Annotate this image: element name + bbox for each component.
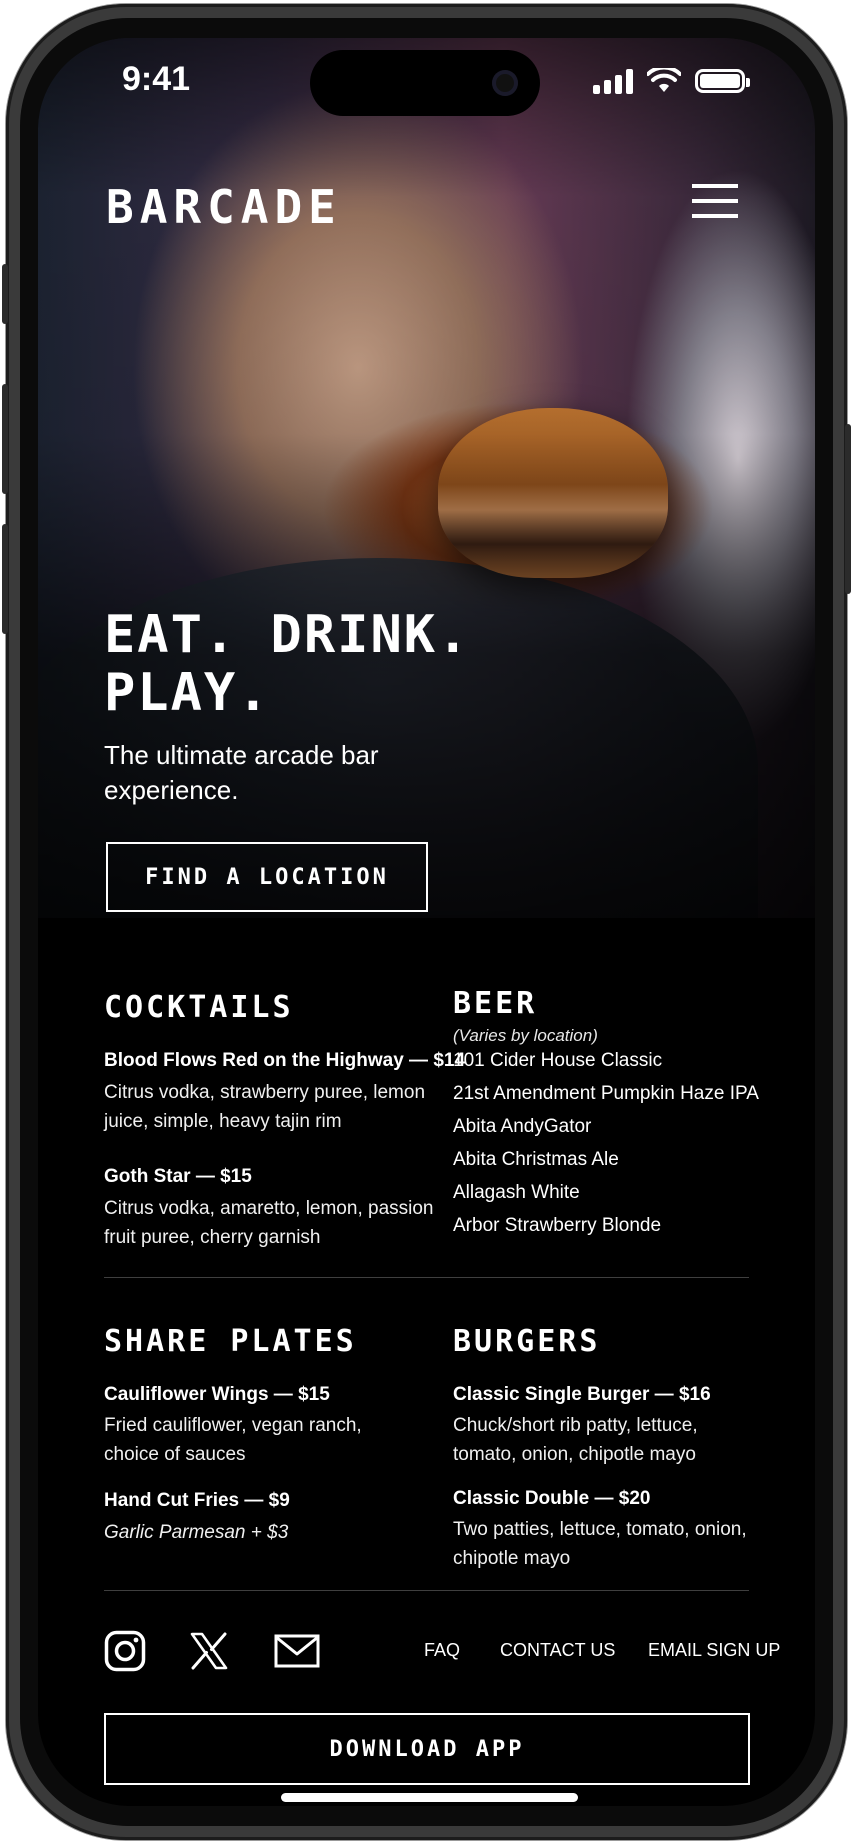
menu-item-name: Goth Star — $15: [104, 1166, 252, 1187]
email-icon[interactable]: [274, 1630, 320, 1672]
menu-item-name: Blood Flows Red on the Highway — $14: [104, 1050, 466, 1071]
instagram-icon[interactable]: [104, 1630, 146, 1672]
contact-us-link[interactable]: CONTACT US: [500, 1640, 615, 1661]
list-item: 101 Cider House Classic: [453, 1050, 663, 1071]
section-divider: [104, 1590, 749, 1591]
cellular-signal-icon: [593, 68, 633, 94]
menu-item-name: Hand Cut Fries — $9: [104, 1490, 290, 1511]
dynamic-island: [310, 50, 540, 116]
beer-note: (Varies by location): [453, 1026, 598, 1045]
volume-up-button: [2, 384, 8, 494]
list-item: Abita Christmas Ale: [453, 1149, 619, 1170]
menu-item-desc: Chuck/short rib patty, lettuce, tomato, …: [453, 1415, 698, 1465]
front-camera: [492, 70, 518, 96]
status-bar: 9:41: [38, 38, 815, 134]
brand-logo[interactable]: BARCADE: [106, 180, 342, 234]
wifi-icon: [647, 68, 681, 92]
burgers-heading: BURGERS: [453, 1324, 601, 1359]
screen: 9:41 BARCADE EAT. DRINK. PLAY. The ultim…: [38, 38, 815, 1806]
share-plates-heading: SHARE PLATES: [104, 1324, 357, 1359]
x-icon[interactable]: [188, 1630, 230, 1672]
download-app-button[interactable]: DOWNLOAD APP: [104, 1713, 750, 1785]
menu-item-desc: Garlic Parmesan + $3: [104, 1522, 289, 1543]
status-time: 9:41: [122, 60, 191, 98]
list-item: Arbor Strawberry Blonde: [453, 1215, 662, 1236]
section-divider: [104, 1277, 749, 1278]
menu-item-desc: Two patties, lettuce, tomato, onion, chi…: [453, 1519, 747, 1569]
list-item: Abita AndyGator: [453, 1116, 592, 1137]
email-signup-link[interactable]: EMAIL SIGN UP: [648, 1640, 780, 1661]
faq-link[interactable]: FAQ: [424, 1640, 460, 1661]
action-button: [2, 264, 8, 324]
list-item: Allagash White: [453, 1182, 580, 1203]
find-location-button[interactable]: FIND A LOCATION: [106, 842, 428, 912]
volume-down-button: [2, 524, 8, 634]
battery-icon: [695, 69, 750, 93]
menu-item-desc: Citrus vodka, amaretto, lemon, passion f…: [104, 1198, 434, 1248]
menu-item-name: Cauliflower Wings — $15: [104, 1384, 330, 1405]
home-indicator[interactable]: [281, 1793, 578, 1802]
menu-item-desc: Fried cauliflower, vegan ranch, choice o…: [104, 1415, 362, 1465]
list-item: 21st Amendment Pumpkin Haze IPA: [453, 1083, 759, 1104]
power-button: [845, 424, 851, 594]
status-icons: [593, 66, 750, 96]
cocktails-heading: COCKTAILS: [104, 990, 294, 1025]
menu-item-desc: Citrus vodka, strawberry puree, lemon ju…: [104, 1082, 426, 1132]
menu-item-name: Classic Single Burger — $16: [453, 1384, 711, 1405]
beer-list: 101 Cider House Classic 21st Amendment P…: [453, 1050, 759, 1248]
hero-subtitle: The ultimate arcade bar experience.: [104, 740, 379, 805]
menu-item-name: Classic Double — $20: [453, 1488, 651, 1509]
beer-heading: BEER: [453, 986, 538, 1021]
hero-title: EAT. DRINK. PLAY.: [104, 605, 471, 723]
hamburger-menu-icon[interactable]: [692, 184, 738, 218]
